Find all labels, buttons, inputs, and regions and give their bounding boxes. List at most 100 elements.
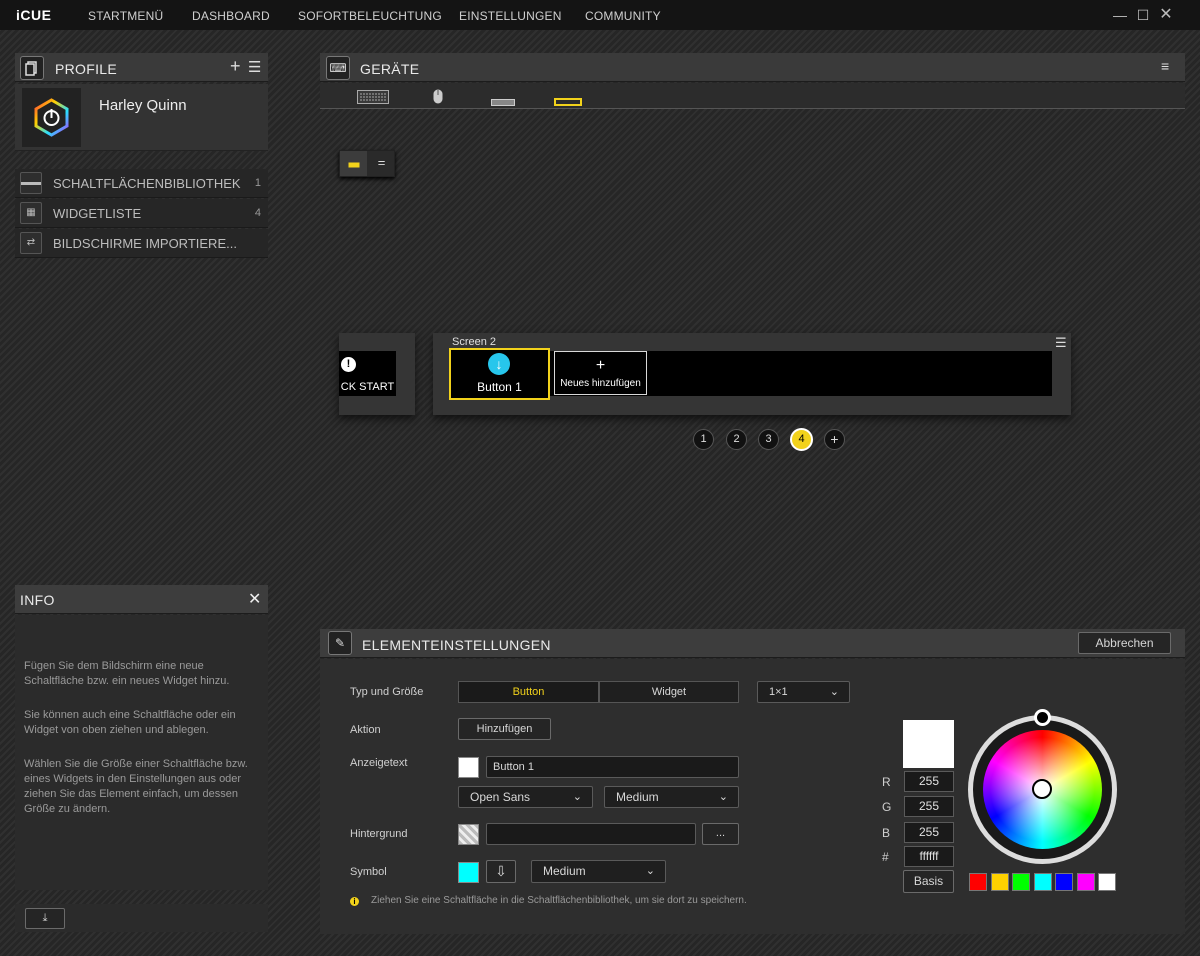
add-page-button[interactable]: + — [824, 429, 845, 450]
display-text-label: Anzeigetext — [350, 757, 407, 769]
device-strip — [320, 83, 1185, 109]
type-button-toggle[interactable]: Button — [458, 681, 599, 703]
sidebar-item-button-library[interactable]: ▬▬ SCHALTFLÄCHENBIBLIOTHEK 1 — [15, 169, 268, 198]
b-label: B — [882, 826, 890, 840]
info-paragraph-3: Wählen Sie die Größe einer Schaltfläche … — [24, 757, 260, 817]
preset-green[interactable] — [1012, 873, 1030, 891]
hex-label: # — [882, 850, 889, 864]
chevron-down-icon: ⌄ — [719, 787, 728, 807]
alert-icon: ! — [341, 357, 356, 372]
nav-sofortbeleuchtung[interactable]: SOFORTBELEUCHTUNG — [298, 9, 442, 23]
screen-1-label: CK START — [339, 381, 396, 393]
page-3[interactable]: 3 — [758, 429, 779, 450]
button-1-label: Button 1 — [450, 380, 549, 394]
nav-startmenu[interactable]: STARTMENÜ — [88, 9, 163, 23]
symbol-picker-button[interactable]: ⇩ — [486, 860, 516, 883]
edit-icon: ✎ — [328, 631, 352, 655]
size-dropdown[interactable]: 1×1⌄ — [757, 681, 850, 703]
sidebar-item-import-screens[interactable]: ⇄ BILDSCHIRME IMPORTIERE... — [15, 229, 268, 258]
device-lightbar-icon[interactable] — [491, 93, 515, 111]
screen-view-icon[interactable] — [340, 151, 367, 176]
hex-input[interactable]: ffffff — [904, 846, 954, 867]
profile-image — [22, 88, 81, 147]
info-hint-icon: i — [350, 897, 359, 906]
list-view-icon[interactable]: = — [369, 151, 394, 176]
r-label: R — [882, 775, 891, 789]
add-plus-icon: + — [554, 357, 647, 375]
font-weight-dropdown[interactable]: Medium⌄ — [604, 786, 739, 808]
close-window-icon[interactable]: ✕ — [1158, 6, 1174, 24]
button-library-icon: ▬▬ — [20, 172, 42, 194]
preset-white[interactable] — [1098, 873, 1116, 891]
profile-title: PROFILE — [55, 61, 117, 77]
info-paragraph-2: Sie können auch eine Schaltfläche oder e… — [24, 708, 260, 738]
download-symbol-icon: ⇩ — [495, 863, 507, 879]
basis-button[interactable]: Basis — [903, 870, 954, 893]
font-dropdown[interactable]: Open Sans⌄ — [458, 786, 593, 808]
symbol-color-swatch[interactable] — [458, 862, 479, 883]
preset-cyan[interactable] — [1034, 873, 1052, 891]
minimize-icon[interactable]: — — [1112, 6, 1128, 24]
device-keyboard-icon[interactable] — [357, 90, 389, 109]
nav-einstellungen[interactable]: EINSTELLUNGEN — [459, 9, 562, 23]
preset-yellow[interactable] — [991, 873, 1009, 891]
background-label: Hintergrund — [350, 828, 407, 840]
widget-grid-icon: ▦ — [20, 202, 42, 224]
profiles-icon — [20, 56, 44, 80]
devices-title: GERÄTE — [360, 61, 419, 77]
browse-button[interactable]: ... — [702, 823, 739, 845]
download-icon: ⤓ — [43, 912, 48, 924]
device-mouse-icon[interactable] — [433, 89, 443, 109]
g-label: G — [882, 800, 891, 814]
text-color-swatch[interactable] — [458, 757, 479, 778]
preset-magenta[interactable] — [1077, 873, 1095, 891]
download-button[interactable]: ⤓ — [25, 908, 65, 929]
nav-dashboard[interactable]: DASHBOARD — [192, 9, 270, 23]
background-swatch[interactable] — [458, 824, 479, 845]
chevron-down-icon: ⌄ — [830, 682, 839, 702]
background-path-input[interactable] — [486, 823, 696, 845]
page-2[interactable]: 2 — [726, 429, 747, 450]
page-1[interactable]: 1 — [693, 429, 714, 450]
r-input[interactable]: 255 — [904, 771, 954, 792]
element-settings-title: ELEMENTEINSTELLUNGEN — [362, 637, 551, 653]
color-wheel-handle[interactable] — [1032, 779, 1052, 799]
preset-blue[interactable] — [1055, 873, 1073, 891]
info-title: INFO — [20, 592, 55, 608]
nav-community[interactable]: COMMUNITY — [585, 9, 661, 23]
info-body — [15, 615, 268, 890]
cancel-button[interactable]: Abbrechen — [1078, 632, 1171, 654]
b-input[interactable]: 255 — [904, 822, 954, 843]
add-new-label: Neues hinzufügen — [554, 378, 647, 389]
info-paragraph-1: Fügen Sie dem Bildschirm eine neue Schal… — [24, 659, 260, 689]
maximize-icon[interactable]: ☐ — [1135, 6, 1151, 24]
keyboard-header-icon: ⌨ — [326, 56, 350, 80]
display-text-input[interactable]: Button 1 — [486, 756, 739, 778]
close-info-icon[interactable]: ✕ — [248, 589, 261, 609]
screen-2-title: Screen 2 — [452, 336, 496, 348]
brightness-handle[interactable] — [1034, 709, 1051, 726]
sidebar-item-widget-list[interactable]: ▦ WIDGETLISTE 4 — [15, 199, 268, 228]
chevron-down-icon: ⌄ — [573, 787, 582, 807]
type-widget-toggle[interactable]: Widget — [599, 681, 739, 703]
symbol-size-dropdown[interactable]: Medium⌄ — [531, 860, 666, 883]
profile-name: Harley Quinn — [99, 97, 187, 114]
g-input[interactable]: 255 — [904, 796, 954, 817]
current-color-preview — [903, 720, 954, 768]
device-touchbar-icon[interactable] — [554, 93, 582, 111]
import-arrows-icon: ⇄ — [20, 232, 42, 254]
devices-menu-icon[interactable]: ≡ — [1161, 58, 1169, 74]
type-size-label: Typ und Größe — [350, 686, 423, 698]
add-action-button[interactable]: Hinzufügen — [458, 718, 551, 740]
page-4-active[interactable]: 4 — [790, 428, 813, 451]
hint-text: Ziehen Sie eine Schaltfläche in die Scha… — [371, 895, 747, 906]
add-profile-icon[interactable]: + — [230, 56, 241, 77]
action-label: Aktion — [350, 724, 381, 736]
profile-menu-icon[interactable]: ☰ — [248, 58, 261, 76]
app-logo: iCUE — [16, 7, 51, 23]
preset-red[interactable] — [969, 873, 987, 891]
symbol-label: Symbol — [350, 866, 387, 878]
screen-2-menu-icon[interactable]: ☰ — [1055, 335, 1067, 351]
download-arrow-icon: ↓ — [488, 353, 510, 375]
devices-header — [320, 53, 1185, 82]
